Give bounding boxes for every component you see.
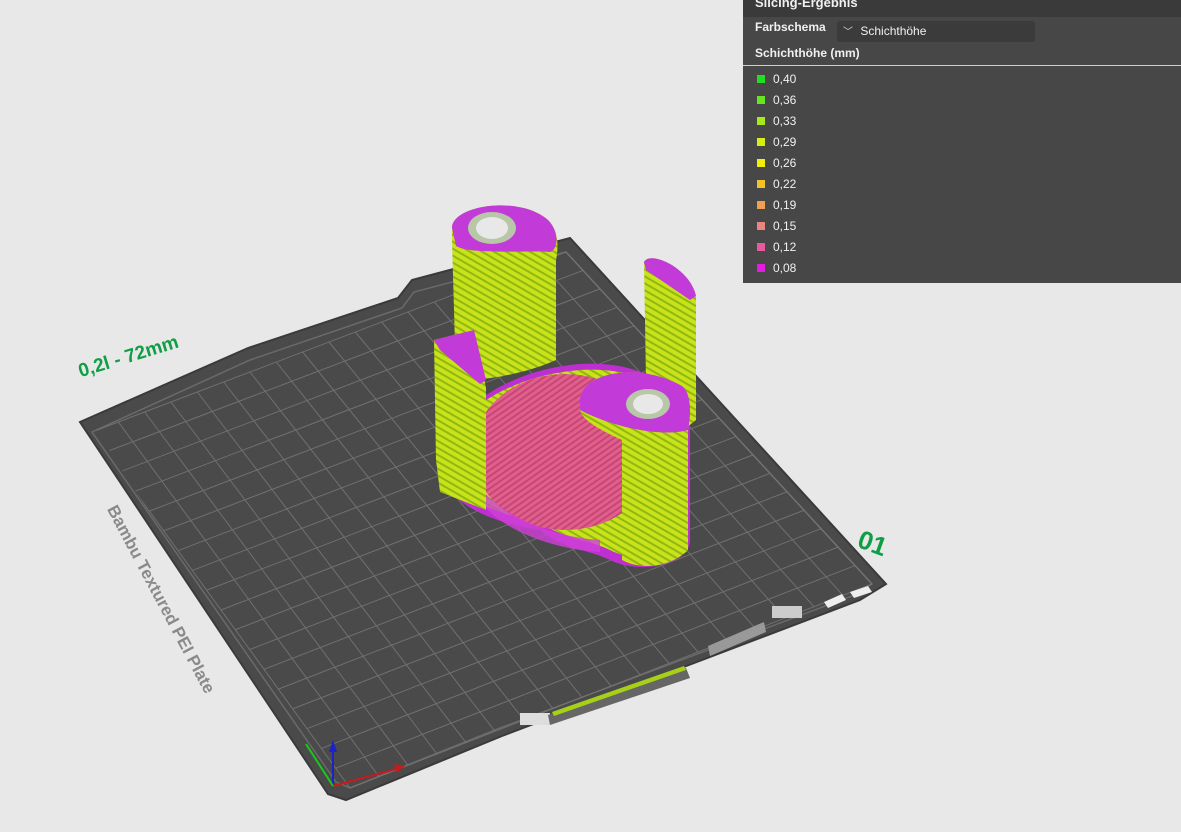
legend-swatch: [757, 200, 765, 209]
legend-swatch: [757, 242, 765, 251]
legend-label: 0,08: [773, 260, 797, 275]
legend-label: 0,12: [773, 239, 797, 254]
legend-item: 0,36: [757, 89, 796, 110]
legend-label: 0,22: [773, 176, 797, 191]
legend-swatch: [757, 116, 765, 125]
legend-item: 0,33: [757, 110, 796, 131]
legend-item: 0,26: [757, 152, 796, 173]
color-scheme-label: Farbschema: [755, 20, 826, 34]
legend-title: Schichthöhe (mm): [755, 46, 860, 60]
legend-item: 0,15: [757, 215, 796, 236]
layer-height-legend: 0,40 0,36 0,33 0,29 0,26 0,22 0,19 0,15 0,12 0,08: [757, 68, 796, 278]
legend-swatch: [757, 95, 765, 104]
legend-swatch: [757, 263, 765, 272]
legend-swatch: [757, 179, 765, 188]
panel-title: Slicing-Ergebnis: [743, 0, 1181, 17]
legend-label: 0,15: [773, 218, 797, 233]
slicing-result-panel: Slicing-Ergebnis Farbschema ﹀ Schichthöh…: [743, 0, 1181, 283]
legend-swatch: [757, 137, 765, 146]
legend-item: 0,40: [757, 68, 796, 89]
legend-label: 0,26: [773, 155, 797, 170]
color-scheme-value: Schichthöhe: [860, 24, 927, 38]
legend-item: 0,29: [757, 131, 796, 152]
legend-swatch: [757, 158, 765, 167]
divider: [743, 65, 1181, 66]
legend-label: 0,36: [773, 92, 797, 107]
chevron-down-icon: ﹀: [843, 27, 853, 38]
legend-label: 0,40: [773, 71, 797, 86]
color-scheme-dropdown[interactable]: ﹀ Schichthöhe: [837, 21, 1035, 42]
legend-item: 0,22: [757, 173, 796, 194]
legend-item: 0,12: [757, 236, 796, 257]
legend-item: 0,08: [757, 257, 796, 278]
legend-label: 0,29: [773, 134, 797, 149]
legend-label: 0,33: [773, 113, 797, 128]
legend-swatch: [757, 221, 765, 230]
legend-label: 0,19: [773, 197, 797, 212]
legend-swatch: [757, 74, 765, 83]
legend-item: 0,19: [757, 194, 796, 215]
